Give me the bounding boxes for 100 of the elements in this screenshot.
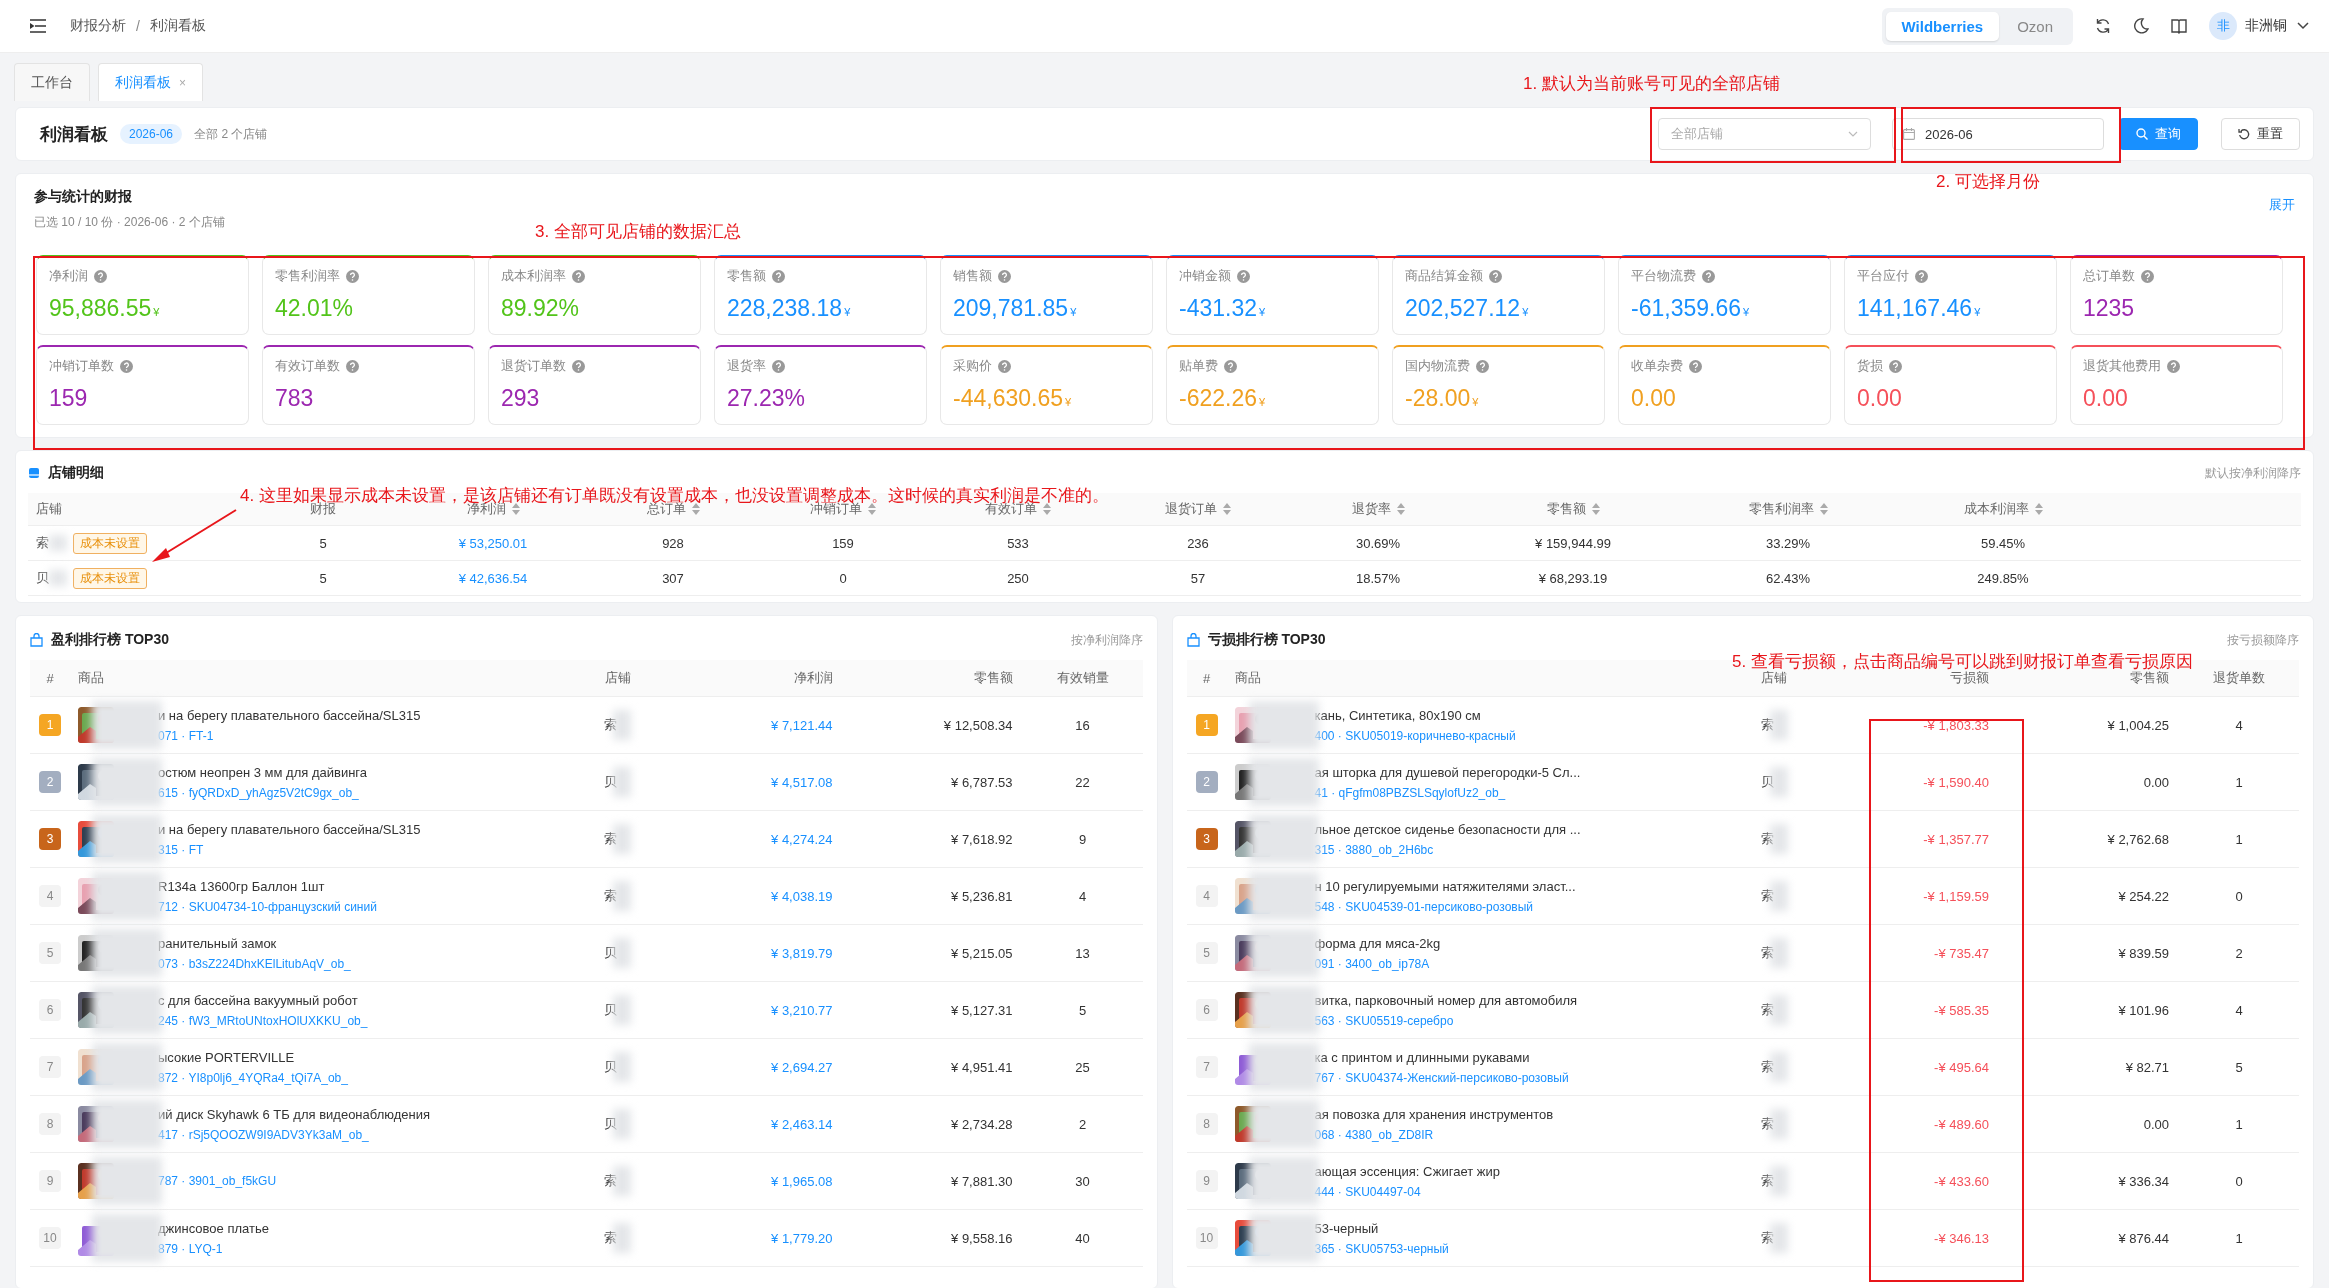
column-header: 零售额	[973, 669, 1013, 687]
sort-icon[interactable]	[1819, 503, 1828, 515]
metric-value: 141,167.46	[1857, 295, 1973, 322]
rank-badge: 4	[39, 885, 61, 907]
metric-label: 平台应付	[1857, 267, 1909, 285]
product-code-link[interactable]: 563 · SKU05519-серебро	[1314, 1013, 1578, 1028]
profit-link[interactable]: ¥ 4,517.08	[771, 774, 833, 790]
help-icon	[1476, 359, 1489, 373]
product-name: 53-черный	[1314, 1220, 1380, 1236]
product-code-link[interactable]: 315 · FT	[158, 842, 421, 857]
product-code-link[interactable]: 879 · LYQ-1	[158, 1241, 269, 1256]
loss-amount: -¥ 1,159.59	[1923, 888, 1989, 904]
column-header: 零售额	[2130, 670, 2169, 687]
product-code-link[interactable]: 400 · SKU05019-коричнево-красный	[1314, 728, 1516, 743]
product-code-link[interactable]: 071 · FT-1	[158, 728, 421, 743]
search-button[interactable]: 查询	[2119, 118, 2198, 150]
product-name: джинсовое платье	[158, 1220, 269, 1236]
profit-link[interactable]: ¥ 2,463.14	[771, 1116, 833, 1132]
page-tab[interactable]: 利润看板 ×	[98, 63, 203, 101]
rank-badge: 7	[39, 1056, 61, 1078]
profit-link[interactable]: ¥ 1,779.20	[771, 1230, 833, 1246]
calendar-icon	[1903, 128, 1915, 140]
month-field[interactable]: 2026-06	[1892, 118, 2104, 150]
currency-unit: ¥	[1472, 396, 1479, 408]
store-name: 索	[1760, 1172, 1774, 1190]
product-code-link[interactable]: 073 · b3sZ224DhxKElLitubAqV_ob_	[158, 956, 351, 971]
menu-icon[interactable]	[30, 19, 46, 33]
profit-link[interactable]: ¥ 7,121.44	[771, 717, 833, 733]
loss-amount: -¥ 433.60	[1934, 1173, 1989, 1189]
refresh-icon[interactable]	[2095, 18, 2111, 34]
table-cell: ¥ 7,881.30	[951, 1173, 1013, 1189]
profit-link[interactable]: ¥ 1,965.08	[771, 1173, 833, 1189]
user-avatar[interactable]: 非	[2209, 12, 2237, 40]
table-cell: 250	[1007, 570, 1029, 586]
expand-link[interactable]: 展开	[2269, 196, 2295, 214]
column-header: #	[1202, 670, 1211, 686]
table-cell: ¥ 336.34	[2118, 1173, 2169, 1189]
platform-tab[interactable]: Ozon	[2001, 11, 2069, 41]
profit-link[interactable]: ¥ 2,694.27	[771, 1059, 833, 1075]
breadcrumb-item[interactable]: 财报分析	[70, 17, 126, 35]
table-cell: 533	[1007, 535, 1029, 551]
book-icon[interactable]	[2171, 18, 2187, 34]
profit-link[interactable]: ¥ 4,038.19	[771, 888, 833, 904]
rank-badge: 2	[1195, 771, 1218, 793]
product-code-link[interactable]: 417 · rSj5QOOZW9I9ADV3Yk3aM_ob_	[158, 1127, 430, 1142]
bag-icon	[30, 633, 43, 647]
metric-label: 冲销金额	[1179, 267, 1231, 285]
sort-icon[interactable]	[2034, 503, 2043, 515]
sort-icon[interactable]	[691, 503, 700, 515]
product-code-link[interactable]: 872 · YI8p0lj6_4YQRa4_tQi7A_ob_	[158, 1070, 348, 1085]
product-code-link[interactable]: 615 · fyQRDxD_yhAgz5V2tC9gx_ob_	[158, 785, 368, 800]
profit-link[interactable]: ¥ 42,636.54	[458, 570, 528, 586]
sort-icon[interactable]	[1396, 503, 1405, 515]
chevron-down-icon	[1848, 131, 1858, 137]
product-code-link[interactable]: 767 · SKU04374-Женский-персиково-розовый	[1314, 1070, 1569, 1085]
sort-icon[interactable]	[1223, 503, 1231, 515]
page-tab[interactable]: 工作台	[14, 63, 90, 101]
table-cell: 249.85%	[1977, 570, 2029, 586]
rank-badge: 9	[1195, 1170, 1218, 1192]
product-code-link[interactable]: 712 · SKU04734-10-французский синий	[158, 899, 377, 914]
product-code-link[interactable]: 365 · SKU05753-черный	[1314, 1241, 1449, 1256]
close-icon[interactable]: ×	[179, 75, 186, 90]
store-name: 索	[604, 887, 617, 905]
column-header: 店铺	[604, 669, 631, 687]
product-code-link[interactable]: 315 · 3880_ob_2H6bc	[1314, 842, 1581, 857]
table-cell: 30	[1075, 1173, 1090, 1189]
product-name: ий диск Skyhawk 6 ТБ для видеонаблюдения	[158, 1106, 430, 1122]
table-cell: 1	[2235, 1230, 2243, 1246]
product-code-link[interactable]: 444 · SKU04497-04	[1314, 1184, 1500, 1199]
table-cell: ¥ 82.71	[2125, 1059, 2169, 1075]
product-code-link[interactable]: 068 · 4380_ob_ZD8IR	[1314, 1127, 1554, 1142]
platform-tab[interactable]: Wildberries	[1885, 11, 2000, 41]
profit-link[interactable]: ¥ 3,819.79	[771, 945, 833, 961]
store-name: 索	[1760, 944, 1774, 962]
column-header: 商品	[78, 669, 104, 687]
metric-label: 贴单费	[1179, 357, 1218, 375]
sort-icon[interactable]	[1591, 503, 1600, 515]
moon-icon[interactable]	[2133, 18, 2149, 34]
product-code-link[interactable]: 245 · fW3_MRtoUNtoxHOlUXKKU_ob_	[158, 1013, 368, 1028]
profit-link[interactable]: ¥ 53,250.01	[458, 535, 528, 551]
breadcrumb-item[interactable]: 利润看板	[149, 17, 206, 35]
profit-link[interactable]: ¥ 3,210.77	[771, 1002, 833, 1018]
product-code-link[interactable]: 41 · qFgfm08PBZSLSqylofUz2_ob_	[1314, 785, 1581, 800]
reset-button[interactable]: 重置	[2221, 118, 2300, 150]
table-cell: 236	[1187, 535, 1209, 551]
metric-value: -431.32	[1179, 295, 1257, 322]
store-select[interactable]: 全部店铺	[1658, 118, 1871, 150]
product-code-link[interactable]: 091 · 3400_ob_ip78A	[1314, 956, 1441, 971]
profit-link[interactable]: ¥ 4,274.24	[771, 831, 833, 847]
sort-icon[interactable]	[511, 503, 520, 515]
metric-label: 商品结算金额	[1405, 267, 1483, 285]
rank-badge: 1	[39, 714, 61, 736]
product-code-link[interactable]: 548 · SKU04539-01-персиково-розовый	[1314, 899, 1576, 914]
table-cell: 307	[662, 570, 684, 586]
sort-icon[interactable]	[1043, 503, 1051, 515]
store-name: 索	[1760, 1229, 1774, 1247]
product-code-link[interactable]: 787 · 3901_ob_f5kGU	[158, 1174, 277, 1188]
sort-icon[interactable]	[868, 503, 876, 515]
chevron-down-icon[interactable]	[2297, 22, 2309, 30]
user-name[interactable]: 非洲铜	[2245, 17, 2287, 35]
